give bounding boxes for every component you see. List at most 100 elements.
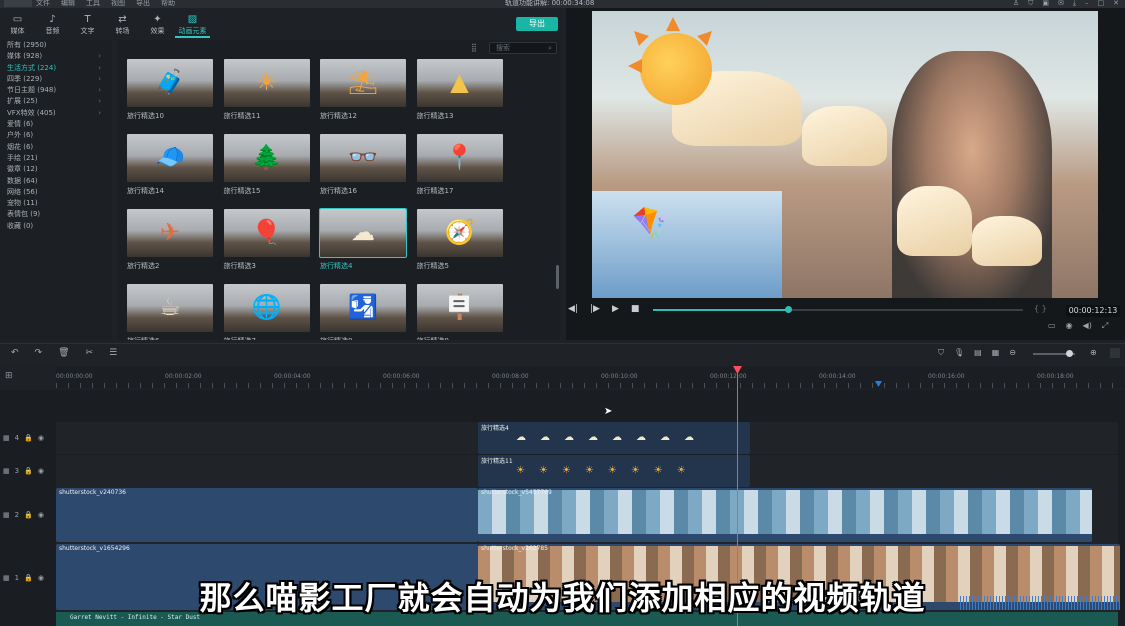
eye-icon[interactable]: ◉ <box>38 511 44 519</box>
eye-icon[interactable]: ◉ <box>38 467 44 475</box>
panel-toggle-icon[interactable] <box>1110 348 1120 358</box>
library-thumbnail[interactable]: ⛱ <box>320 59 406 107</box>
minimize-icon[interactable]: – <box>1085 0 1089 8</box>
close-icon[interactable]: ✕ <box>1113 0 1119 8</box>
category-item[interactable]: 收藏 (0) <box>0 221 112 232</box>
category-item[interactable]: 所有 (2950) <box>0 40 112 51</box>
library-thumbnail[interactable]: 👓 <box>320 134 406 182</box>
menu-file[interactable]: 文件 <box>36 0 50 8</box>
chevron-right-icon[interactable]: › <box>98 74 101 85</box>
library-item[interactable]: 🌐 旅行精选7 <box>223 284 310 340</box>
snapshot-icon[interactable]: ◉ <box>1066 321 1073 331</box>
maximize-icon[interactable]: □ <box>1098 0 1105 8</box>
play-back-icon[interactable]: |▶ <box>590 304 600 314</box>
grid-view-icon[interactable]: ⣿ <box>471 43 477 52</box>
chevron-right-icon[interactable]: › <box>98 51 101 62</box>
render-icon[interactable]: ▦ <box>992 348 1000 358</box>
volume-icon[interactable]: ◀) <box>1083 321 1092 331</box>
library-item[interactable]: 🎈 旅行精选3 <box>223 209 310 271</box>
cut-icon[interactable]: ✂ <box>86 348 94 358</box>
menu-edit[interactable]: 编辑 <box>61 0 75 8</box>
library-item[interactable]: ✈ 旅行精选2 <box>127 209 213 271</box>
chevron-right-icon[interactable]: › <box>98 108 101 119</box>
timeline-clip[interactable]: shutterstock_v5457769 <box>478 488 1092 542</box>
display-icon[interactable]: ▭ <box>1048 321 1056 331</box>
library-thumbnail[interactable]: 🧢 <box>127 134 213 182</box>
category-item[interactable]: 节日主题 (948) › <box>0 85 112 96</box>
library-thumbnail[interactable]: ✈ <box>127 209 213 257</box>
play-icon[interactable]: ▶ <box>612 304 619 314</box>
category-item[interactable]: 四季 (229) › <box>0 74 112 85</box>
category-item[interactable]: 手绘 (21) <box>0 153 112 164</box>
library-item[interactable]: ▲ 旅行精选13 <box>416 59 503 121</box>
category-item[interactable]: 扩展 (25) › <box>0 96 112 107</box>
menu-export[interactable]: 导出 <box>136 0 150 8</box>
library-thumbnail[interactable]: 🌲 <box>223 134 310 182</box>
scrubber-handle[interactable] <box>785 306 792 313</box>
library-scrollbar[interactable] <box>556 265 559 289</box>
category-item[interactable]: 生活方式 (224) › <box>0 63 112 74</box>
timeline-clip[interactable]: ☀☀☀☀☀☀☀☀ 旅行精选11 <box>478 455 750 487</box>
library-thumbnail[interactable]: 📍 <box>416 134 503 182</box>
library-thumbnail[interactable]: ☕ <box>127 284 213 332</box>
lock-icon[interactable]: 🔒 <box>24 511 33 519</box>
library-item[interactable]: 🧳 旅行精选10 <box>127 59 213 121</box>
mic-icon[interactable]: 🎙 <box>954 348 964 358</box>
mixer-icon[interactable]: ▤ <box>974 348 982 358</box>
tab-media[interactable]: ▭ 媒体 <box>0 12 35 38</box>
download-icon[interactable]: ⤓ <box>1073 0 1076 8</box>
category-item[interactable]: 徽章 (12) <box>0 164 112 175</box>
marker-icon[interactable]: ⛉ <box>938 348 944 358</box>
menu-help[interactable]: 帮助 <box>161 0 175 8</box>
tab-effects[interactable]: ✦ 效果 <box>140 12 175 38</box>
account-icon[interactable]: ♙ <box>1013 0 1019 8</box>
export-button[interactable]: 导出 <box>516 17 558 31</box>
tab-elements[interactable]: ▨ 动画元素 <box>175 12 210 38</box>
library-item[interactable]: 🌲 旅行精选15 <box>223 134 310 196</box>
library-thumbnail[interactable]: 🧭 <box>416 209 503 257</box>
library-thumbnail[interactable]: 🌐 <box>223 284 310 332</box>
chevron-right-icon[interactable]: › <box>98 63 101 74</box>
zoom-out-icon[interactable]: ⊖ <box>1009 348 1016 358</box>
menu-view[interactable]: 视图 <box>111 0 125 8</box>
library-item[interactable]: ☕ 旅行精选6 <box>127 284 213 340</box>
category-item[interactable]: 户外 (6) <box>0 130 112 141</box>
tab-text[interactable]: T 文字 <box>70 12 105 38</box>
search-icon[interactable]: ⌕ <box>548 43 552 54</box>
library-thumbnail[interactable]: ▲ <box>416 59 503 107</box>
undo-icon[interactable]: ↶ <box>11 348 19 358</box>
menu-tools[interactable]: 工具 <box>86 0 100 8</box>
lock-icon[interactable]: 🔒 <box>24 467 33 475</box>
category-item[interactable]: 数据 (64) <box>0 176 112 187</box>
zoom-handle[interactable] <box>1066 350 1073 357</box>
delete-icon[interactable]: 🗑 <box>58 348 69 358</box>
category-item[interactable]: 烟花 (6) <box>0 142 112 153</box>
library-item[interactable]: ⛱ 旅行精选12 <box>320 59 406 121</box>
category-item[interactable]: 表情包 (9) <box>0 209 112 220</box>
library-thumbnail[interactable]: 🛂 <box>320 284 406 332</box>
chevron-right-icon[interactable]: › <box>98 85 101 96</box>
library-item[interactable]: ☁ 旅行精选4 <box>319 208 407 271</box>
library-item[interactable]: 📍 旅行精选17 <box>416 134 503 196</box>
chevron-right-icon[interactable]: › <box>98 96 101 107</box>
library-thumbnail[interactable]: 🪧 <box>416 284 503 332</box>
category-item[interactable]: 宠物 (11) <box>0 198 112 209</box>
prev-frame-icon[interactable]: ◀| <box>568 304 578 314</box>
zoom-in-icon[interactable]: ⊕ <box>1090 348 1097 357</box>
redo-icon[interactable]: ↷ <box>35 348 43 358</box>
search-input[interactable]: 搜索 ⌕ <box>489 42 557 54</box>
stop-icon[interactable]: ■ <box>631 304 640 314</box>
timeline-clip[interactable]: shutterstock_v240736 <box>56 488 478 542</box>
category-item[interactable]: 网络 (56) <box>0 187 112 198</box>
tab-transition[interactable]: ⇄ 转场 <box>105 12 140 38</box>
library-item[interactable]: 🪧 旅行精选9 <box>416 284 503 340</box>
save-icon[interactable]: ▣ <box>1042 0 1049 8</box>
library-item[interactable]: 👓 旅行精选16 <box>320 134 406 196</box>
category-item[interactable]: 爱情 (6) <box>0 119 112 130</box>
library-item[interactable]: 🛂 旅行精选8 <box>320 284 406 340</box>
library-thumbnail[interactable]: ☁ <box>319 208 407 258</box>
category-item[interactable]: VFX特效 (405) › <box>0 108 112 119</box>
cart-icon[interactable]: ⛉ <box>1028 0 1033 8</box>
category-item[interactable]: 媒体 (928) › <box>0 51 112 62</box>
library-thumbnail[interactable]: 🧳 <box>127 59 213 107</box>
